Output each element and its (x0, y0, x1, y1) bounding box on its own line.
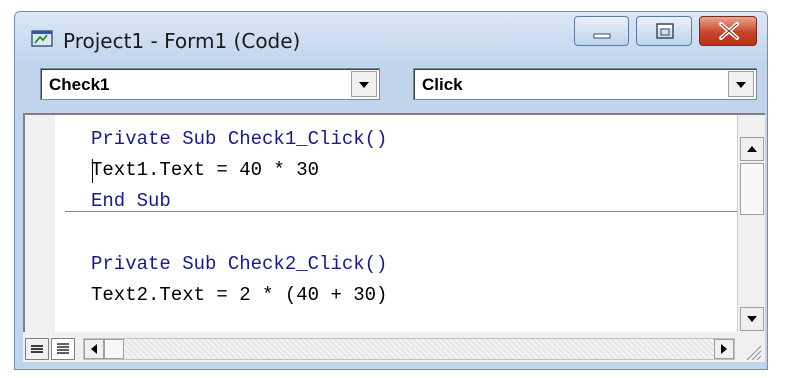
code-line[interactable]: Private Sub Check2_Click() (91, 253, 387, 275)
view-bar (23, 332, 765, 362)
arrow-up-icon (747, 146, 757, 152)
procedure-separator (65, 211, 737, 212)
chevron-down-icon (359, 82, 369, 88)
horizontal-scrollbar[interactable] (83, 338, 735, 360)
code-window: Project1 - Form1 (Code) Check1 Click Pri… (14, 11, 768, 370)
code-editor[interactable]: Private Sub Check1_Click() Text1.Text = … (23, 113, 765, 354)
keyword: End Sub (91, 190, 171, 212)
procedure-name: Check2_Click() (227, 253, 388, 275)
keyword: Private Sub (91, 253, 228, 275)
maximize-button[interactable] (636, 16, 692, 46)
scroll-thumb[interactable] (740, 163, 764, 215)
arrow-down-icon (747, 316, 757, 322)
code-line[interactable]: Text1.Text = 40 * 30 (91, 159, 319, 181)
close-icon (719, 22, 739, 40)
procedure-view-button[interactable] (25, 338, 49, 360)
code-text-area[interactable]: Private Sub Check1_Click() Text1.Text = … (65, 115, 737, 354)
scroll-down-button[interactable] (740, 307, 764, 331)
code-line[interactable]: Private Sub Check1_Click() (91, 128, 387, 150)
arrow-left-icon (91, 344, 97, 354)
statement: Text2.Text = 2 * (40 + 30) (91, 284, 388, 306)
procedure-name: Check1_Click() (227, 128, 388, 150)
procedure-combo[interactable]: Click (413, 68, 757, 100)
code-line[interactable]: End Sub (91, 190, 171, 212)
arrow-right-icon (721, 344, 727, 354)
maximize-icon (656, 23, 674, 39)
vb-form-icon (31, 30, 53, 47)
close-button[interactable] (699, 16, 757, 46)
object-combo-value: Check1 (49, 75, 110, 94)
vertical-scrollbar[interactable] (737, 115, 765, 354)
full-module-view-button[interactable] (51, 338, 75, 360)
object-combo[interactable]: Check1 (40, 68, 380, 100)
statement: Text1.Text = 40 * 30 (91, 159, 320, 181)
object-combo-dropdown-button[interactable] (351, 71, 377, 97)
horizontal-scroll-thumb[interactable] (104, 339, 124, 359)
title-bar[interactable]: Project1 - Form1 (Code) (15, 12, 767, 62)
procedure-combo-value: Click (422, 75, 463, 94)
text-caret (92, 159, 93, 183)
scroll-right-button[interactable] (714, 339, 734, 359)
resize-grip-icon[interactable] (739, 338, 763, 360)
window-title: Project1 - Form1 (Code) (63, 29, 301, 53)
scroll-left-button[interactable] (84, 339, 104, 359)
minimize-icon (593, 33, 611, 39)
scroll-up-button[interactable] (740, 137, 764, 161)
procedure-combo-dropdown-button[interactable] (728, 71, 754, 97)
procedure-view-icon (31, 345, 43, 353)
minimize-button[interactable] (574, 16, 629, 46)
full-module-view-icon (57, 343, 69, 354)
margin-indicator-bar[interactable] (25, 115, 55, 354)
code-line[interactable]: Text2.Text = 2 * (40 + 30) (91, 284, 387, 306)
keyword: Private Sub (91, 128, 228, 150)
chevron-down-icon (736, 82, 746, 88)
